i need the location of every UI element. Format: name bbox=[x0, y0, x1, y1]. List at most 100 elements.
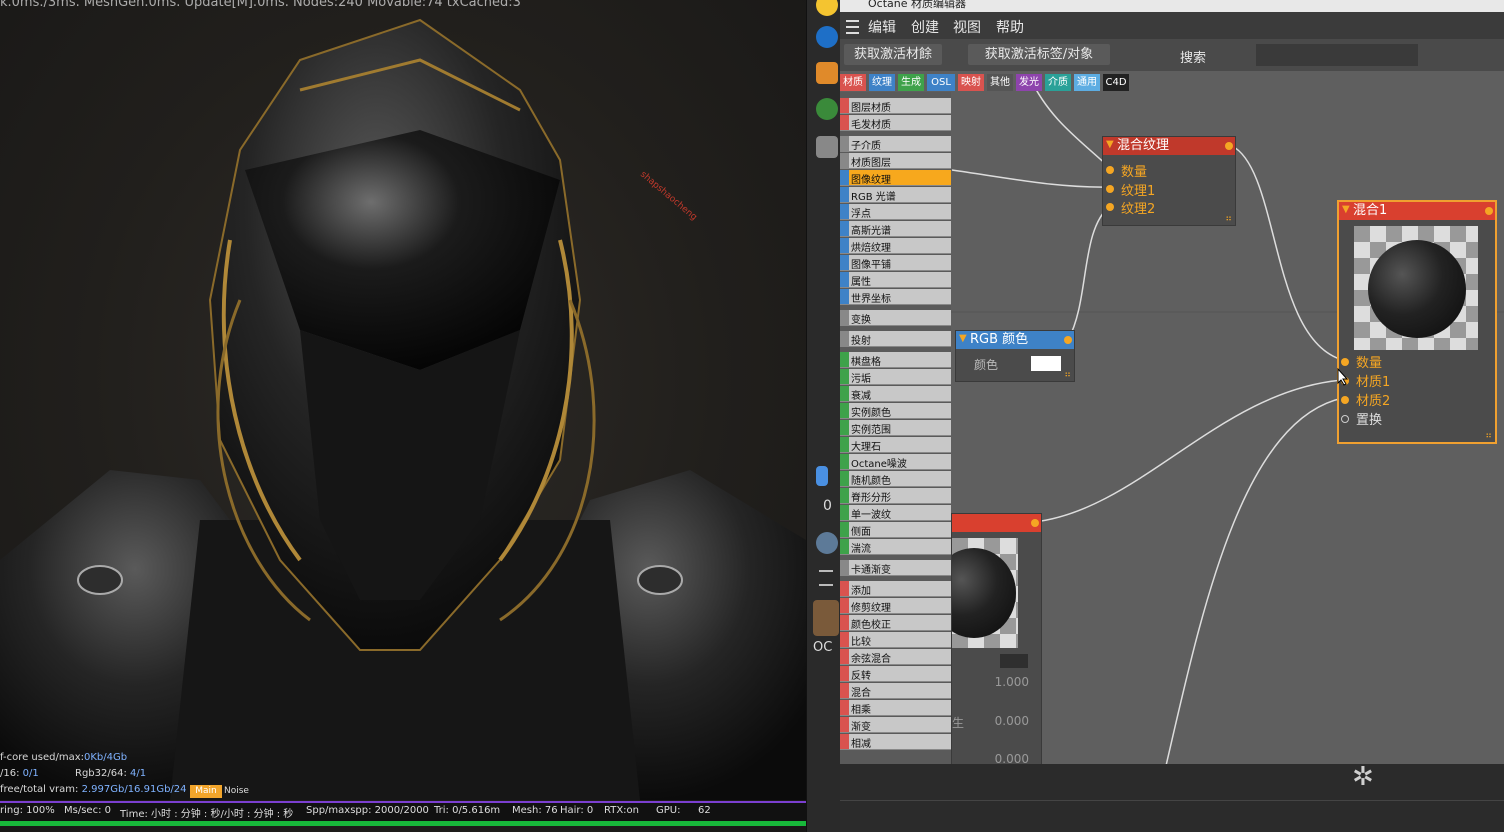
tab-osl[interactable]: OSL bbox=[927, 74, 955, 91]
mesh-text: Mesh: 76 bbox=[512, 805, 558, 816]
sun-icon[interactable] bbox=[816, 0, 838, 16]
node-list-item[interactable]: RGB 光谱 bbox=[840, 187, 951, 203]
amount-port[interactable] bbox=[1341, 358, 1349, 366]
category-color-marker bbox=[840, 153, 849, 168]
material-icon[interactable] bbox=[816, 62, 838, 84]
node-list-item[interactable]: 图像纹理 bbox=[840, 170, 951, 186]
texture2-port[interactable] bbox=[1106, 203, 1114, 211]
node-list-item[interactable]: 侧面 bbox=[840, 522, 951, 538]
main-pass-tag[interactable]: Main bbox=[190, 785, 222, 798]
noise-pass-tag[interactable]: Noise bbox=[224, 785, 249, 798]
node-list-item[interactable]: 随机颜色 bbox=[840, 471, 951, 487]
collapse-triangle-icon[interactable]: ▼ bbox=[1106, 136, 1114, 154]
color-swatch[interactable] bbox=[1031, 356, 1061, 371]
partial-value-2[interactable]: 0.000 bbox=[995, 714, 1029, 728]
tab-mapping[interactable]: 映射 bbox=[958, 74, 984, 91]
thumbnail-icon[interactable] bbox=[813, 600, 839, 636]
tab-generator[interactable]: 生成 bbox=[898, 74, 924, 91]
node-list-item[interactable]: 脊形分形 bbox=[840, 488, 951, 504]
menu-help[interactable]: 帮助 bbox=[996, 17, 1024, 37]
tab-emission[interactable]: 发光 bbox=[1016, 74, 1042, 91]
node-list-item[interactable]: 比较 bbox=[840, 632, 951, 648]
search-input[interactable] bbox=[1256, 44, 1418, 66]
node-list-item[interactable]: 实例范围 bbox=[840, 420, 951, 436]
tab-texture[interactable]: 纹理 bbox=[869, 74, 895, 91]
node-list-item[interactable]: 相减 bbox=[840, 734, 951, 750]
node-list-item[interactable]: 混合 bbox=[840, 683, 951, 699]
menu-edit[interactable]: 编辑 bbox=[868, 17, 896, 37]
node-list-item[interactable]: 余弦混合 bbox=[840, 649, 951, 665]
node-list-item[interactable]: 污垢 bbox=[840, 369, 951, 385]
texture-icon[interactable] bbox=[816, 98, 838, 120]
sphere-icon[interactable] bbox=[816, 532, 838, 554]
resize-grip-icon[interactable]: ⠶ bbox=[1064, 370, 1071, 380]
displacement-port[interactable] bbox=[1341, 415, 1349, 423]
partial-value-1[interactable]: 1.000 bbox=[995, 675, 1029, 689]
node-list-item-label: 卡通渐变 bbox=[851, 565, 891, 576]
node-list-item[interactable]: 大理石 bbox=[840, 437, 951, 453]
tab-other[interactable]: 其他 bbox=[987, 74, 1013, 91]
tab-medium[interactable]: 介质 bbox=[1045, 74, 1071, 91]
mix1-header[interactable]: ▼ 混合1 bbox=[1339, 202, 1495, 220]
node-list-item[interactable]: 子介质 bbox=[840, 136, 951, 152]
node-list-item[interactable]: 渐变 bbox=[840, 717, 951, 733]
node-list-item[interactable]: 衰减 bbox=[840, 386, 951, 402]
partial-node-header[interactable] bbox=[952, 514, 1041, 532]
render-viewport[interactable]: k.0ms./3ms. MeshGen.0ms. Update[M].0ms. … bbox=[0, 0, 806, 832]
node-list-item[interactable]: Octane噪波 bbox=[840, 454, 951, 470]
texture1-port[interactable] bbox=[1106, 185, 1114, 193]
menu-view[interactable]: 视图 bbox=[953, 17, 981, 37]
menu-create[interactable]: 创建 bbox=[911, 17, 939, 37]
node-list-item[interactable]: 变换 bbox=[840, 310, 951, 326]
node-list-item[interactable]: 添加 bbox=[840, 581, 951, 597]
tab-general[interactable]: 通用 bbox=[1074, 74, 1100, 91]
node-list-item[interactable]: 湍流 bbox=[840, 539, 951, 555]
hamburger-icon[interactable] bbox=[846, 20, 859, 34]
node-list-item[interactable]: 属性 bbox=[840, 272, 951, 288]
node-list-item[interactable]: 反转 bbox=[840, 666, 951, 682]
node-list-item[interactable]: 图像平铺 bbox=[840, 255, 951, 271]
rgb-color-header[interactable]: ▼ RGB 颜色 bbox=[956, 331, 1074, 349]
node-list-item[interactable]: 浮点 bbox=[840, 204, 951, 220]
octane-live-icon[interactable] bbox=[816, 26, 838, 48]
node-list-item[interactable]: 图层材质 bbox=[840, 98, 951, 114]
collapse-triangle-icon[interactable]: ▼ bbox=[959, 330, 967, 348]
node-list-item[interactable]: 材质图层 bbox=[840, 153, 951, 169]
node-list-item[interactable]: 实例颜色 bbox=[840, 403, 951, 419]
category-color-marker bbox=[840, 488, 849, 503]
node-list-item[interactable]: 高斯光谱 bbox=[840, 221, 951, 237]
node-list-item[interactable]: 颜色校正 bbox=[840, 615, 951, 631]
node-list-item[interactable]: 世界坐标 bbox=[840, 289, 951, 305]
category-color-marker bbox=[840, 454, 849, 469]
rgb-color-output-port[interactable] bbox=[1064, 336, 1072, 344]
mix-texture-output-port[interactable] bbox=[1225, 142, 1233, 150]
camera-icon[interactable] bbox=[816, 136, 838, 158]
node-list-item[interactable]: 单一波纹 bbox=[840, 505, 951, 521]
layer-icon[interactable] bbox=[816, 466, 828, 486]
node-list-item[interactable]: 投射 bbox=[840, 331, 951, 347]
mix-texture-header[interactable]: ▼ 混合纹理 bbox=[1103, 137, 1235, 155]
resize-grip-icon[interactable]: ⠶ bbox=[1225, 214, 1232, 224]
get-active-tag-button[interactable]: 获取激活标签/对象 bbox=[968, 44, 1110, 65]
mix-texture-node[interactable]: ▼ 混合纹理 数量 纹理1 纹理2 ⠶ bbox=[1102, 136, 1236, 226]
rgb-color-node[interactable]: ▼ RGB 颜色 颜色 ⠶ bbox=[955, 330, 1075, 382]
get-active-material-button[interactable]: 获取激活材餘 bbox=[844, 44, 942, 65]
node-list-item[interactable]: 修剪纹理 bbox=[840, 598, 951, 614]
node-list-item[interactable]: 卡通渐变 bbox=[840, 560, 951, 576]
resize-grip-icon[interactable]: ⠶ bbox=[1485, 431, 1492, 441]
partial-node-output-port[interactable] bbox=[1031, 519, 1039, 527]
node-list-item[interactable]: 烘焙纹理 bbox=[840, 238, 951, 254]
mix1-output-port[interactable] bbox=[1485, 207, 1493, 215]
list-icon[interactable] bbox=[819, 570, 833, 586]
time-text: Time: 小时 : 分钟 : 秒/小时 : 分钟 : 秒 bbox=[120, 809, 294, 820]
node-list-item[interactable]: 棋盘格 bbox=[840, 352, 951, 368]
mix1-node[interactable]: ▼ 混合1 数量 材质1 材质2 置换 ⠶ bbox=[1337, 200, 1497, 444]
tab-c4d[interactable]: C4D bbox=[1103, 74, 1129, 91]
tab-material[interactable]: 材质 bbox=[840, 74, 866, 91]
node-list-item[interactable]: 相乘 bbox=[840, 700, 951, 716]
material2-port[interactable] bbox=[1341, 396, 1349, 404]
node-list-item[interactable]: 毛发材质 bbox=[840, 115, 951, 131]
partial-material-node[interactable]: 1.000 生 0.000 0.000 bbox=[951, 513, 1042, 766]
collapse-triangle-icon[interactable]: ▼ bbox=[1342, 201, 1350, 219]
amount-port[interactable] bbox=[1106, 166, 1114, 174]
